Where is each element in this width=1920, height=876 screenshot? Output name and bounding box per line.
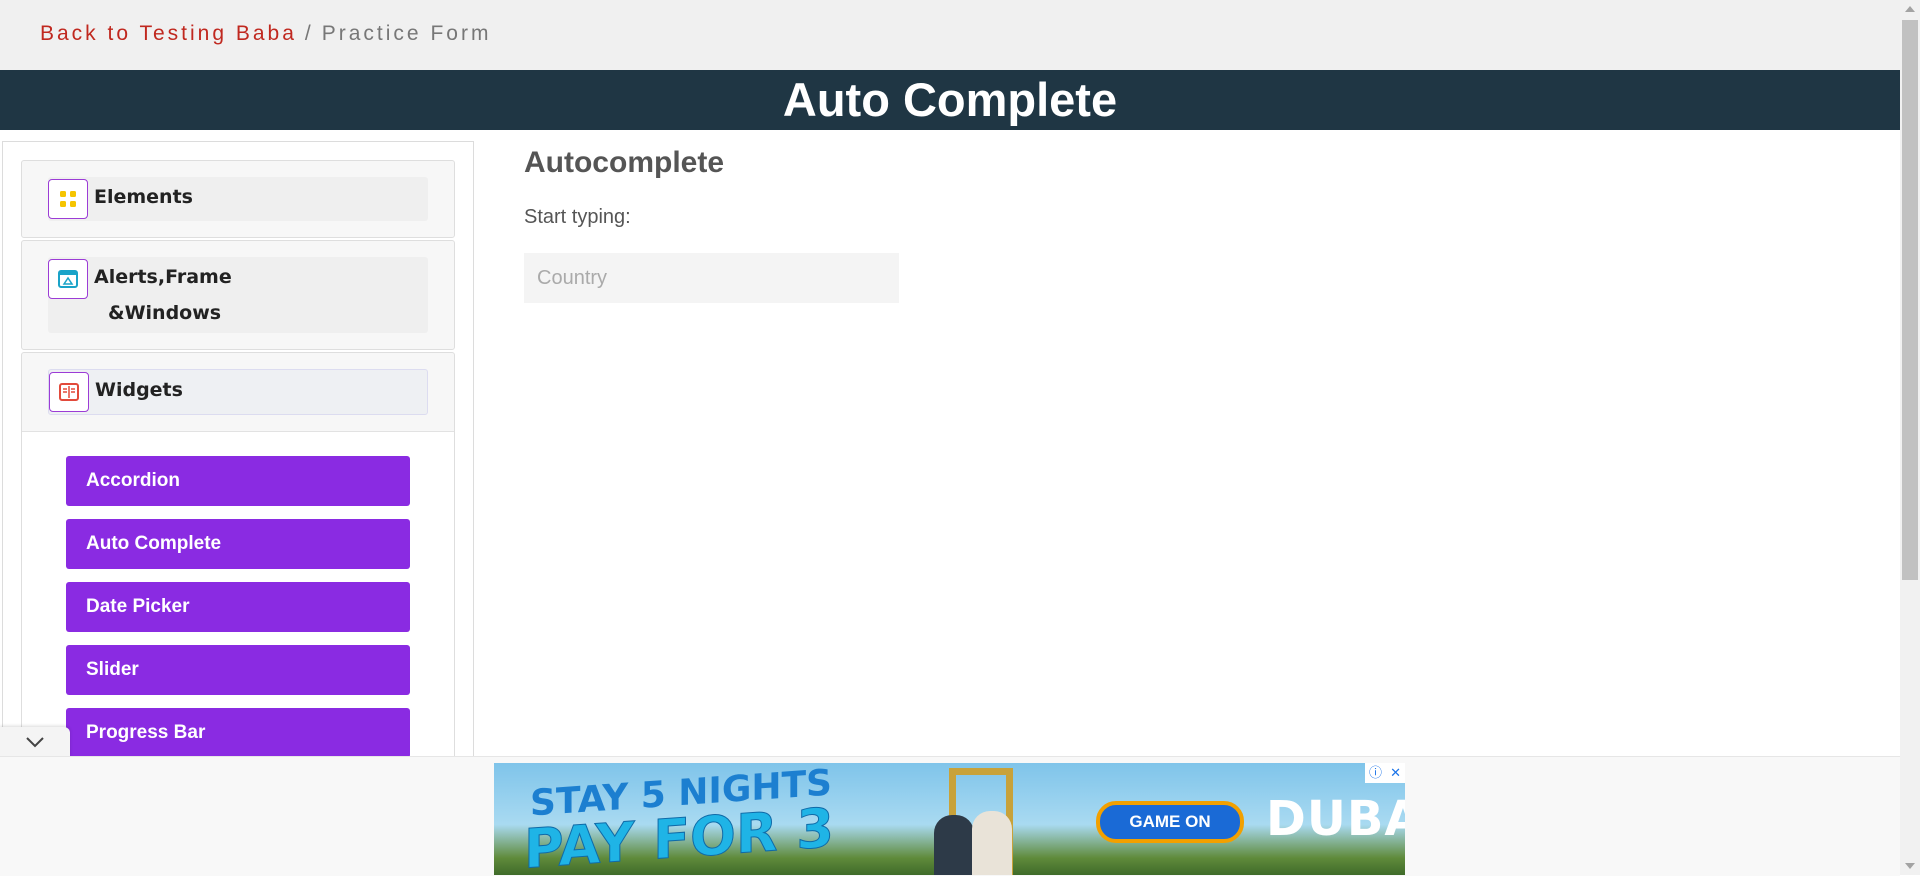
section-heading: Autocomplete [524,146,725,179]
ad-person-graphic [972,811,1012,875]
scrollbar-thumb[interactable] [1902,20,1918,580]
sidebar-item-label: Alerts,Frame &Windows [94,259,232,331]
ad-game-on-button[interactable]: GAME ON [1096,801,1244,843]
widget-icon [49,372,89,412]
chevron-down-icon [26,737,44,748]
widgets-submenu: Accordion Auto Complete Date Picker Slid… [22,431,454,758]
sidebar-item-widgets[interactable]: Widgets [48,369,428,415]
sidebar-group-alerts: Alerts,Frame &Windows [21,240,455,350]
back-to-testing-baba-link[interactable]: Back to Testing Baba [40,22,297,45]
main-content: Autocomplete Start typing: [524,146,899,303]
sidebar: Elements Alerts,Frame &Windows Widgets A… [2,141,474,762]
sidebar-item-elements[interactable]: Elements [48,177,428,221]
country-input[interactable] [524,253,899,303]
sidebar-item-alerts-frame-windows[interactable]: Alerts,Frame &Windows [48,257,428,333]
sidebar-group-elements: Elements [21,160,455,238]
vertical-scrollbar[interactable] [1900,0,1920,875]
sidebar-item-label: Elements [94,186,193,208]
submenu-item-auto-complete[interactable]: Auto Complete [66,519,410,569]
ad-info-icon[interactable]: ⓘ [1369,765,1382,781]
submenu-item-slider[interactable]: Slider [66,645,410,695]
submenu-item-date-picker[interactable]: Date Picker [66,582,410,632]
window-icon [48,259,88,299]
sidebar-group-widgets: Widgets Accordion Auto Complete Date Pic… [21,352,455,762]
top-bar: Back to Testing Baba / Practice Form [0,0,1900,70]
sidebar-item-label: Widgets [95,379,183,401]
start-typing-label: Start typing: [524,206,631,228]
submenu-item-progress-bar[interactable]: Progress Bar [66,708,410,758]
scroll-down-arrow-icon[interactable] [1905,863,1915,869]
ad-banner[interactable]: STAY 5 NIGHTS PAY FOR 3 GAME ON DUBAI [494,763,1405,875]
submenu-item-accordion[interactable]: Accordion [66,456,410,506]
breadcrumb: Back to Testing Baba / Practice Form [40,22,491,46]
collapse-ad-button[interactable] [0,727,70,757]
breadcrumb-separator: / [304,22,314,45]
sidebar-item-label-line1: Alerts,Frame [94,266,232,288]
ad-close-icon[interactable]: ✕ [1390,765,1401,781]
ad-brand-logo: DUBAI [1266,791,1405,847]
ad-person-graphic [934,815,974,875]
ad-controls: ⓘ ✕ [1365,763,1405,783]
page-title: Auto Complete [0,70,1900,130]
sidebar-item-label-line2: &Windows [108,302,222,324]
breadcrumb-current: Practice Form [321,22,492,45]
grid-icon [48,179,88,219]
scroll-up-arrow-icon[interactable] [1905,6,1915,12]
